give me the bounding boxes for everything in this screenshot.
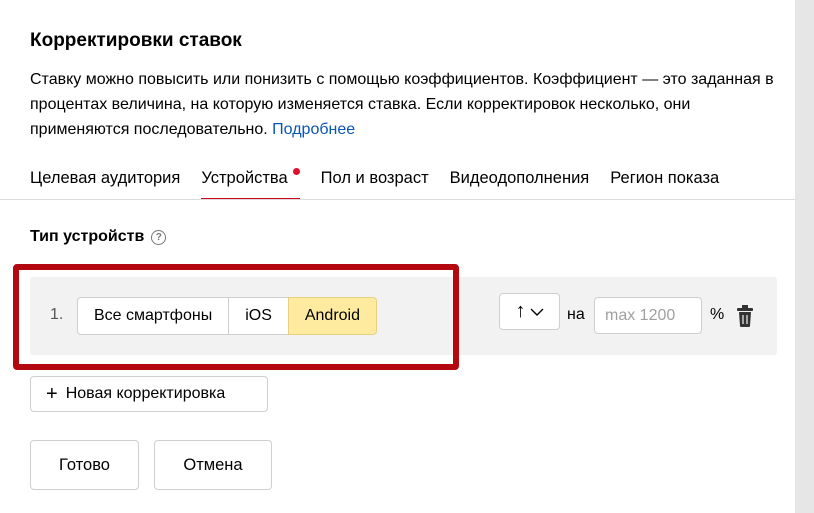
direction-select[interactable]: ↑	[499, 293, 560, 330]
percent-value-input[interactable]	[594, 297, 702, 334]
new-adjustment-label: Новая корректировка	[65, 385, 226, 402]
option-all-smartphones[interactable]: Все смартфоны	[77, 297, 230, 335]
help-icon[interactable]: ?	[151, 229, 167, 245]
description-text: Ставку можно повысить или понизить с пом…	[30, 71, 774, 138]
tab-devices[interactable]: Устройства	[201, 166, 301, 200]
option-ios[interactable]: iOS	[228, 297, 289, 335]
scrollbar[interactable]	[795, 0, 814, 513]
row-number: 1.	[50, 306, 64, 323]
option-android[interactable]: Android	[287, 297, 378, 335]
tab-gender-age[interactable]: Пол и возраст	[321, 166, 429, 200]
device-type-selector: Все смартфоны iOS Android	[77, 297, 378, 335]
new-adjustment-button[interactable]: + Новая корректировка	[30, 376, 268, 412]
section-label: Тип устройств ?	[30, 228, 167, 246]
changed-dot-icon	[292, 168, 300, 175]
dialog-title: Корректировки ставок	[30, 30, 242, 51]
tabs-divider	[0, 199, 795, 200]
done-button[interactable]: Готово	[30, 440, 139, 490]
tab-region[interactable]: Регион показа	[610, 166, 719, 200]
trash-icon[interactable]	[736, 304, 754, 328]
tab-video-extensions[interactable]: Видеодополнения	[450, 166, 590, 200]
more-link[interactable]: Подробнее	[272, 121, 355, 138]
bid-adjustments-dialog: Корректировки ставок Ставку можно повыси…	[0, 0, 795, 513]
chevron-down-icon	[530, 308, 543, 316]
percent-sign: %	[710, 306, 725, 323]
cancel-button[interactable]: Отмена	[154, 440, 272, 490]
na-label: на	[567, 306, 585, 323]
plus-icon: +	[46, 383, 58, 405]
arrow-up-icon: ↑	[515, 300, 526, 322]
dialog-description: Ставку можно повысить или понизить с пом…	[30, 67, 780, 142]
adjustment-row: 1. Все смартфоны iOS Android ↑ на %	[30, 277, 777, 355]
tabs-bar: Целевая аудитория Устройства Пол и возра…	[30, 166, 740, 200]
tab-target-audience[interactable]: Целевая аудитория	[30, 166, 180, 200]
